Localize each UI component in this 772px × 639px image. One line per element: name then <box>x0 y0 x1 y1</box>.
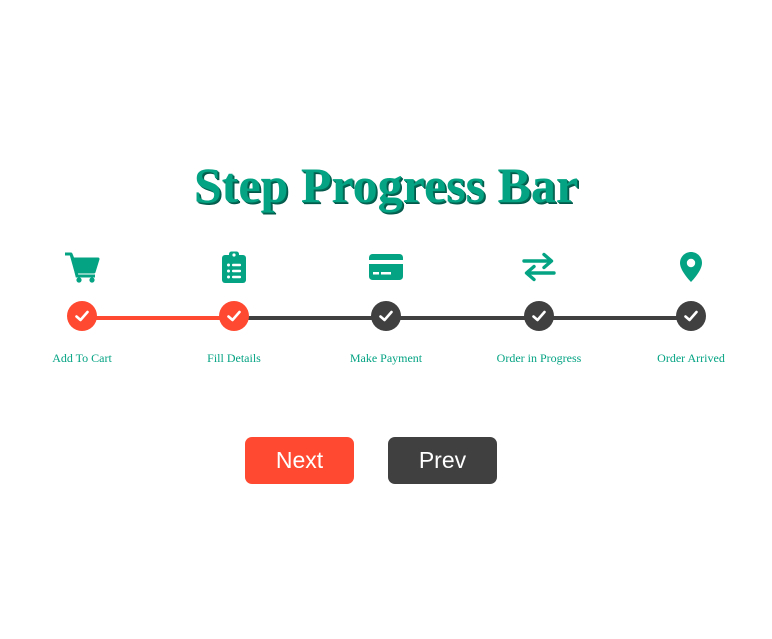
progress-track-segment-1 <box>82 316 234 320</box>
step-circle-1 <box>67 301 97 331</box>
step-circle-2 <box>219 301 249 331</box>
step-label-1: Add To Cart <box>52 351 112 365</box>
cart-icon <box>62 249 102 285</box>
progress-track-segment-3 <box>386 316 539 320</box>
check-icon <box>532 310 546 322</box>
step-circle-3 <box>371 301 401 331</box>
check-icon <box>379 310 393 322</box>
clipboard-icon <box>214 249 254 285</box>
step-circle-5 <box>676 301 706 331</box>
step-circle-4 <box>524 301 554 331</box>
progress-track-segment-2 <box>234 316 386 320</box>
step-label-4: Order in Progress <box>496 351 582 365</box>
prev-button[interactable]: Prev <box>388 437 497 484</box>
page-title: Step Progress Bar <box>193 157 579 213</box>
check-icon <box>75 310 89 322</box>
location-pin-icon <box>671 249 711 285</box>
step-label-2: Fill Details <box>207 351 261 365</box>
progress-track-segment-4 <box>539 316 691 320</box>
check-icon <box>684 310 698 322</box>
step-label-5: Order Arrived <box>657 351 725 365</box>
step-label-3: Make Payment <box>349 351 423 365</box>
credit-card-icon <box>366 249 406 285</box>
next-button[interactable]: Next <box>245 437 354 484</box>
check-icon <box>227 310 241 322</box>
exchange-icon <box>519 249 559 285</box>
